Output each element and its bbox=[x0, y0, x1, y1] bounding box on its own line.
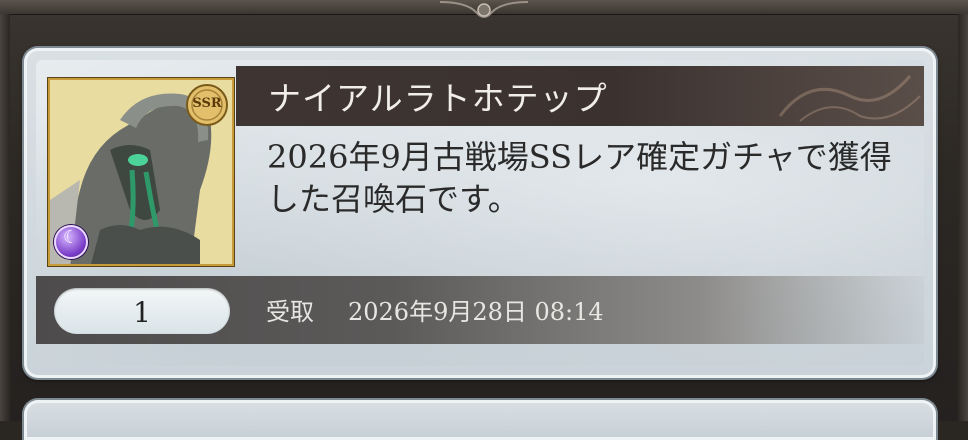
item-count: 1 bbox=[133, 296, 151, 329]
frame-ornament-icon bbox=[439, 1, 529, 18]
received-date: 2026年9月28日 08:14 bbox=[348, 298, 604, 326]
next-item-card[interactable] bbox=[24, 400, 936, 440]
element-glyph: ☾ bbox=[62, 227, 80, 248]
frame-left-border bbox=[0, 14, 10, 421]
item-description: 2026年9月古戦場SSレア確定ガチャで獲得した召喚石です。 bbox=[267, 138, 892, 218]
item-name: ナイアルラトホテップ bbox=[268, 79, 608, 118]
frame-right-border bbox=[958, 14, 968, 421]
rarity-label: SSR bbox=[192, 96, 222, 111]
received-label: 受取 bbox=[266, 298, 314, 326]
title-ornament-icon bbox=[778, 75, 921, 122]
